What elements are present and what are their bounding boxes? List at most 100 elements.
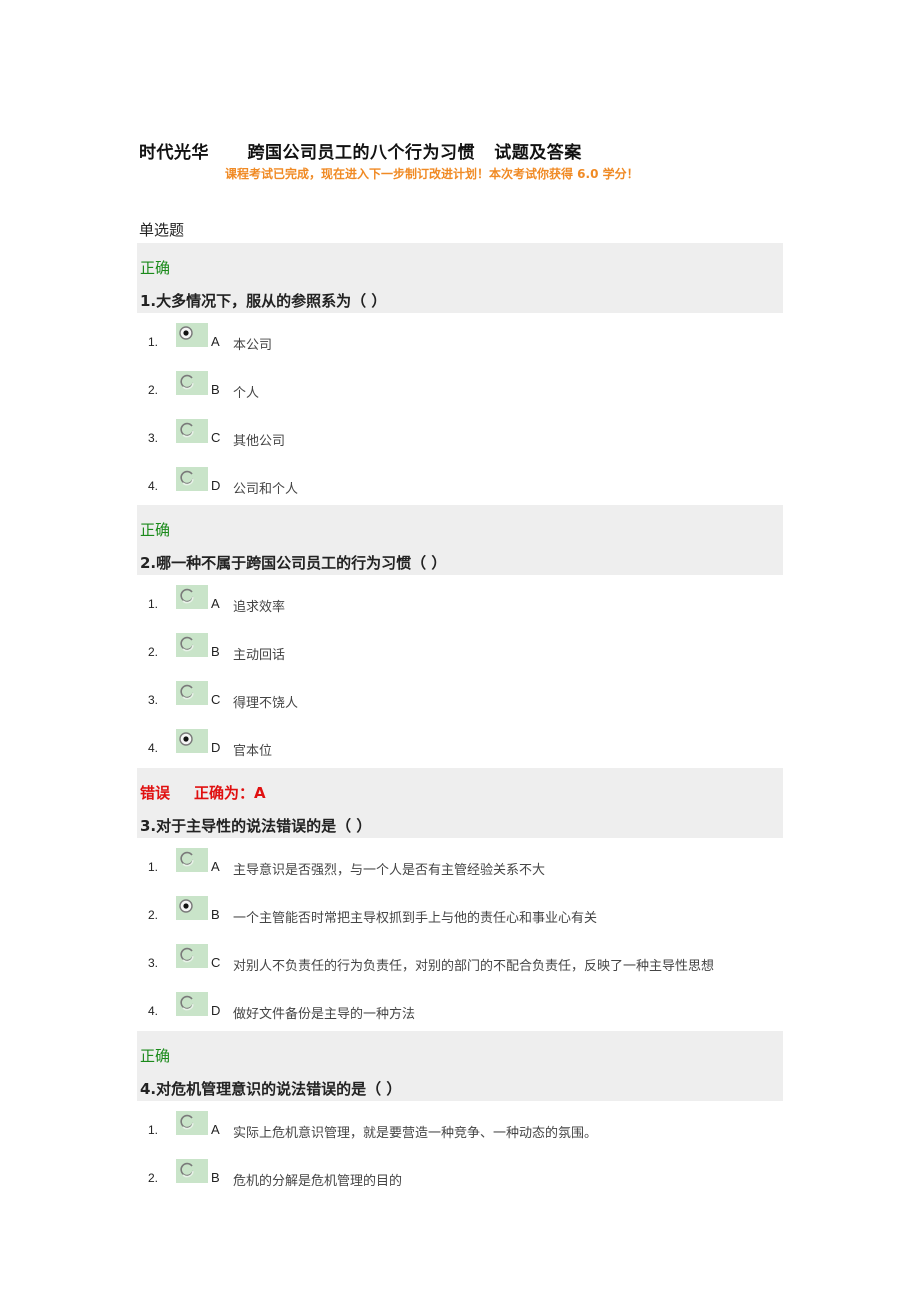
option-text: 官本位: [233, 744, 273, 759]
option-text: 对别人不负责任的行为负责任，对别的部门的不配合负责任，反映了一种主导性思想: [233, 959, 715, 974]
radio-unselected-icon[interactable]: [176, 371, 208, 395]
option-letter: D: [211, 478, 221, 493]
option-letter: B: [211, 1170, 220, 1185]
radio-selected-icon[interactable]: [176, 323, 208, 347]
question-stem: 大多情况下，服从的参照系为（ ）: [156, 292, 387, 310]
question-number: 3.: [140, 817, 157, 835]
option-text: 本公司: [233, 338, 273, 353]
option-row[interactable]: 3. C 其他公司: [137, 409, 783, 457]
option-list: 1. A 实际上危机意识管理，就是要营造一种竞争、一种动态的氛围。 2. B 危机的分解是…: [137, 1101, 783, 1197]
option-index: 4.: [148, 479, 159, 493]
option-row[interactable]: 1. A 实际上危机意识管理，就是要营造一种竞争、一种动态的氛围。: [137, 1101, 783, 1149]
result-label: 正确: [140, 259, 171, 277]
option-letter: C: [211, 955, 221, 970]
radio-selected-icon[interactable]: [176, 729, 208, 753]
option-row[interactable]: 3. C 对别人不负责任的行为负责任，对别的部门的不配合负责任，反映了一种主导性思想: [137, 934, 783, 982]
radio-unselected-icon[interactable]: [176, 848, 208, 872]
option-index: 1.: [148, 597, 159, 611]
option-letter: A: [211, 334, 220, 349]
option-index: 3.: [148, 693, 159, 707]
result-label: 正确: [140, 1047, 171, 1065]
question-number: 1.: [140, 292, 157, 310]
option-letter: D: [211, 1003, 221, 1018]
radio-unselected-icon[interactable]: [176, 585, 208, 609]
option-index: 2.: [148, 383, 159, 397]
result-label: 错误: [140, 784, 171, 802]
correct-answer-label: 正确为：A: [194, 784, 266, 802]
option-list: 1. A 本公司 2. B 个人 3. C 其他公司 4. D 公司和个人: [137, 313, 783, 505]
option-text: 实际上危机意识管理，就是要营造一种竞争、一种动态的氛围。: [233, 1126, 598, 1141]
option-index: 4.: [148, 741, 159, 755]
option-text: 其他公司: [233, 434, 286, 449]
question-text: 2.哪一种不属于跨国公司员工的行为习惯（ ）: [140, 552, 446, 573]
option-row[interactable]: 2. B 主动回话: [137, 623, 783, 671]
option-list: 1. A 主导意识是否强烈，与一个人是否有主管经验关系不大 2. B 一个主管能否时常把主…: [137, 838, 783, 1030]
radio-unselected-icon[interactable]: [176, 992, 208, 1016]
radio-unselected-icon[interactable]: [176, 681, 208, 705]
option-text: 一个主管能否时常把主导权抓到手上与他的责任心和事业心有关: [233, 911, 598, 926]
question-block: 正确 2.哪一种不属于跨国公司员工的行为习惯（ ） 1. A 追求效率 2. B 主动回话 3.…: [137, 505, 783, 767]
question-block: 错误 正确为：A 3.对于主导性的说法错误的是（ ） 1. A 主导意识是否强烈，与一个人…: [137, 768, 783, 1030]
option-text: 主动回话: [233, 648, 286, 663]
option-row[interactable]: 4. D 公司和个人: [137, 457, 783, 505]
option-text: 得理不饶人: [233, 696, 299, 711]
option-row[interactable]: 2. B 危机的分解是危机管理的目的: [137, 1149, 783, 1197]
question-stem: 哪一种不属于跨国公司员工的行为习惯（ ）: [156, 554, 447, 572]
option-index: 2.: [148, 645, 159, 659]
question-stem: 对于主导性的说法错误的是（ ）: [156, 817, 372, 835]
option-text: 危机的分解是危机管理的目的: [233, 1174, 403, 1189]
option-index: 1.: [148, 335, 159, 349]
option-letter: C: [211, 430, 221, 445]
option-row[interactable]: 2. B 个人: [137, 361, 783, 409]
option-row[interactable]: 1. A 追求效率: [137, 575, 783, 623]
option-text: 追求效率: [233, 600, 286, 615]
option-index: 3.: [148, 956, 159, 970]
option-letter: B: [211, 907, 220, 922]
radio-selected-icon[interactable]: [176, 896, 208, 920]
question-number: 4.: [140, 1080, 157, 1098]
option-index: 1.: [148, 860, 159, 874]
option-index: 3.: [148, 431, 159, 445]
radio-unselected-icon[interactable]: [176, 419, 208, 443]
question-text: 3.对于主导性的说法错误的是（ ）: [140, 815, 371, 836]
option-index: 2.: [148, 1171, 159, 1185]
radio-unselected-icon[interactable]: [176, 1159, 208, 1183]
question-stem: 对危机管理意识的说法错误的是（ ）: [156, 1080, 402, 1098]
option-letter: A: [211, 1122, 220, 1137]
option-letter: B: [211, 644, 220, 659]
option-list: 1. A 追求效率 2. B 主动回话 3. C 得理不饶人 4. D 官本位: [137, 575, 783, 767]
exam-complete-notice: 课程考试已完成，现在进入下一步制订改进计划！本次考试你获得 6.0 学分！: [225, 167, 639, 181]
option-row[interactable]: 4. D 官本位: [137, 719, 783, 767]
option-text: 个人: [233, 386, 260, 401]
option-row[interactable]: 1. A 主导意识是否强烈，与一个人是否有主管经验关系不大: [137, 838, 783, 886]
radio-unselected-icon[interactable]: [176, 467, 208, 491]
result-status: 正确: [140, 1045, 170, 1066]
question-header: 错误 正确为：A 3.对于主导性的说法错误的是（ ）: [137, 768, 783, 838]
option-text: 主导意识是否强烈，与一个人是否有主管经验关系不大: [233, 863, 546, 878]
result-label: 正确: [140, 521, 171, 539]
question-header: 正确 1.大多情况下，服从的参照系为（ ）: [137, 243, 783, 313]
option-text: 公司和个人: [233, 482, 299, 497]
option-text: 做好文件备份是主导的一种方法: [233, 1007, 416, 1022]
result-status: 错误 正确为：A: [140, 782, 266, 803]
page-title: 时代光华 跨国公司员工的八个行为习惯 试题及答案: [139, 143, 582, 163]
option-row[interactable]: 4. D 做好文件备份是主导的一种方法: [137, 982, 783, 1030]
question-header: 正确 2.哪一种不属于跨国公司员工的行为习惯（ ）: [137, 505, 783, 575]
question-text: 4.对危机管理意识的说法错误的是（ ）: [140, 1078, 401, 1099]
question-block: 正确 4.对危机管理意识的说法错误的是（ ） 1. A 实际上危机意识管理，就是要营造一…: [137, 1031, 783, 1197]
radio-unselected-icon[interactable]: [176, 1111, 208, 1135]
option-row[interactable]: 1. A 本公司: [137, 313, 783, 361]
radio-unselected-icon[interactable]: [176, 633, 208, 657]
option-index: 1.: [148, 1123, 159, 1137]
option-letter: D: [211, 740, 221, 755]
question-block: 正确 1.大多情况下，服从的参照系为（ ） 1. A 本公司 2. B 个人 3. C 其他公司 4.…: [137, 243, 783, 505]
section-label: 单选题: [139, 221, 185, 239]
option-letter: C: [211, 692, 221, 707]
question-header: 正确 4.对危机管理意识的说法错误的是（ ）: [137, 1031, 783, 1101]
question-text: 1.大多情况下，服从的参照系为（ ）: [140, 290, 386, 311]
option-letter: B: [211, 382, 220, 397]
option-letter: A: [211, 859, 220, 874]
option-row[interactable]: 2. B 一个主管能否时常把主导权抓到手上与他的责任心和事业心有关: [137, 886, 783, 934]
option-row[interactable]: 3. C 得理不饶人: [137, 671, 783, 719]
radio-unselected-icon[interactable]: [176, 944, 208, 968]
